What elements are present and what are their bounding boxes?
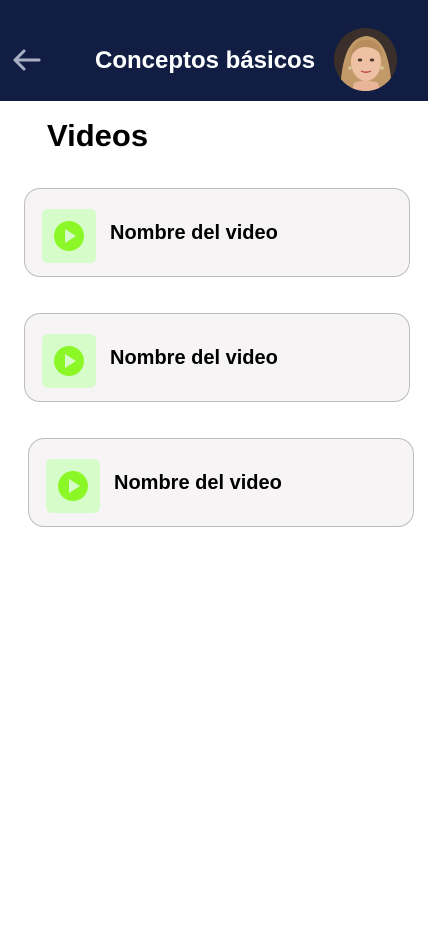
play-icon [58, 471, 88, 501]
video-title: Nombre del video [114, 472, 282, 494]
video-thumbnail [46, 459, 100, 513]
play-icon [54, 221, 84, 251]
video-thumbnail [42, 334, 96, 388]
section-title-videos: Videos [47, 118, 149, 153]
app-header: Conceptos básicos [0, 0, 428, 101]
play-icon [54, 346, 84, 376]
video-thumbnail [42, 209, 96, 263]
page-title: Conceptos básicos [95, 47, 316, 74]
video-card[interactable]: Nombre del video [28, 438, 414, 527]
video-title: Nombre del video [110, 222, 278, 244]
back-button[interactable] [10, 45, 42, 75]
video-card[interactable]: Nombre del video [24, 313, 410, 402]
avatar-image [334, 28, 397, 91]
avatar[interactable] [334, 28, 397, 91]
video-card[interactable]: Nombre del video [24, 188, 410, 277]
screen: Conceptos básicos Videos Nombre del vide… [0, 0, 428, 926]
arrow-left-icon [13, 49, 41, 71]
video-title: Nombre del video [110, 347, 278, 369]
